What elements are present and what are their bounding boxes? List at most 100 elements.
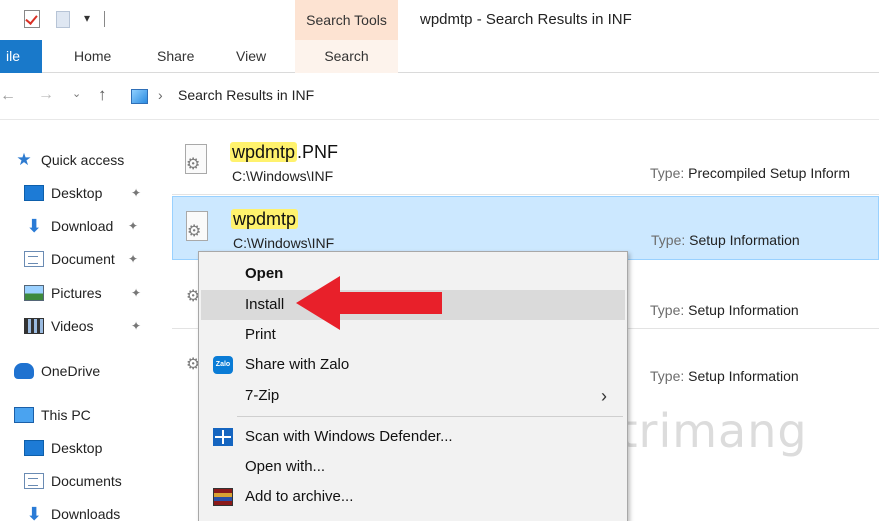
type-value: Setup Information — [688, 302, 799, 318]
sidebar-item-downloads-pc[interactable]: ⬇ Downloads — [24, 499, 120, 521]
pin-icon[interactable]: ✦ — [131, 319, 141, 333]
file-name: wpdmtp — [231, 209, 299, 230]
window-title: wpdmtp - Search Results in INF — [420, 11, 632, 28]
sidebar-item-videos[interactable]: Videos — [24, 311, 94, 341]
search-results-icon — [131, 89, 148, 104]
sidebar-item-label: Document — [51, 251, 115, 267]
file-type: Type: Precompiled Setup Inform — [650, 165, 850, 181]
type-value: Setup Information — [688, 368, 799, 384]
type-value: Setup Information — [689, 232, 800, 248]
sidebar-item-documents[interactable]: Document — [24, 244, 115, 274]
download-icon: ⬇ — [26, 504, 42, 521]
file-type: Type: Setup Information — [650, 368, 799, 384]
arrow-shape — [296, 276, 442, 330]
menu-item-label: Open with... — [245, 458, 326, 475]
properties-check-icon[interactable] — [24, 10, 40, 28]
qat-dropdown-icon[interactable]: ▾ — [84, 10, 90, 26]
type-key: Type: — [651, 232, 686, 248]
cloud-icon — [14, 363, 34, 379]
breadcrumb-chevron-icon[interactable]: › — [158, 87, 163, 103]
back-arrow-icon[interactable]: ← — [0, 87, 16, 105]
menu-item-label: Scan with Windows Defender... — [245, 428, 453, 445]
gear-icon: ⚙ — [187, 223, 202, 240]
submenu-chevron-icon: › — [601, 386, 607, 406]
pictures-icon — [24, 285, 44, 301]
red-arrow-annotation — [296, 276, 442, 330]
address-bar: ← → ⌄ ↑ › Search Results in INF — [0, 74, 879, 120]
sidebar-item-label: Desktop — [51, 440, 103, 456]
file-row[interactable]: ⚙ wpdmtp .PNF C:\Windows\INF Type: Precom… — [172, 130, 879, 194]
title-bar: ▾ Search Tools wpdmtp - Search Results i… — [0, 0, 879, 40]
navigation-pane: ★ Quick access Desktop ✦ ⬇ Download ✦ Do… — [0, 120, 155, 521]
sidebar-item-onedrive[interactable]: OneDrive — [14, 356, 100, 386]
documents-icon — [24, 251, 44, 267]
menu-item-label: Install — [245, 296, 285, 313]
sidebar-item-label: Downloads — [51, 506, 121, 521]
search-tools-context-tab: Search Tools — [295, 0, 398, 40]
desktop-icon — [24, 440, 44, 456]
up-arrow-icon[interactable]: ↑ — [98, 85, 107, 105]
documents-icon — [24, 473, 44, 489]
tab-home[interactable]: Home — [74, 40, 111, 73]
sidebar-item-quick-access[interactable]: ★ Quick access — [14, 145, 124, 175]
download-icon: ⬇ — [26, 216, 42, 236]
sidebar-item-label: Pictures — [51, 285, 102, 301]
menu-item-label: Print — [245, 326, 276, 343]
winrar-icon — [213, 488, 233, 506]
address-path[interactable]: Search Results in INF — [178, 87, 314, 103]
qat-separator — [104, 11, 105, 27]
sidebar-item-label: OneDrive — [41, 363, 101, 379]
menu-item-label: 7-Zip — [245, 387, 280, 404]
sidebar-item-downloads[interactable]: ⬇ Download — [24, 211, 113, 241]
row-divider — [172, 194, 879, 195]
gear-icon: ⚙ — [186, 156, 201, 173]
search-highlight: wpdmtp — [231, 209, 299, 229]
type-key: Type: — [650, 165, 685, 181]
videos-icon — [24, 318, 44, 334]
recent-locations-icon[interactable]: ⌄ — [72, 87, 81, 100]
file-path: C:\Windows\INF — [233, 235, 335, 251]
pin-icon[interactable]: ✦ — [131, 286, 141, 300]
sidebar-item-this-pc[interactable]: This PC — [14, 400, 91, 430]
menu-item-label: Add to archive... — [245, 488, 354, 505]
menu-item-open-with[interactable]: Open with... — [201, 452, 625, 482]
menu-item-add-archive[interactable]: Add to archive... — [201, 482, 625, 512]
sidebar-item-desktop-pc[interactable]: Desktop — [24, 433, 102, 463]
pin-icon[interactable]: ✦ — [128, 252, 138, 266]
pin-icon[interactable]: ✦ — [128, 219, 138, 233]
tab-search[interactable]: Search — [295, 40, 398, 73]
sidebar-item-documents-pc[interactable]: Documents — [24, 466, 122, 496]
file-path: C:\Windows\INF — [232, 168, 334, 184]
type-key: Type: — [650, 368, 685, 384]
menu-item-label: Share with Zalo — [245, 356, 350, 373]
type-value: Precompiled Setup Inform — [688, 165, 850, 181]
sidebar-item-label: Quick access — [41, 152, 125, 168]
sidebar-item-label: This PC — [41, 407, 91, 423]
sidebar-item-label: Desktop — [51, 185, 103, 201]
desktop-icon — [24, 185, 44, 201]
sidebar-item-pictures[interactable]: Pictures — [24, 278, 102, 308]
forward-arrow-icon[interactable]: → — [38, 86, 54, 104]
pin-icon[interactable]: ✦ — [131, 186, 141, 200]
file-extension: .PNF — [297, 142, 339, 162]
menu-item-scan-defender[interactable]: Scan with Windows Defender... — [201, 422, 625, 452]
sidebar-item-desktop[interactable]: Desktop — [24, 178, 102, 208]
tab-share[interactable]: Share — [157, 40, 194, 73]
type-key: Type: — [650, 302, 685, 318]
new-folder-icon[interactable] — [56, 11, 70, 28]
menu-separator — [237, 416, 623, 417]
search-highlight: wpdmtp — [230, 142, 298, 162]
star-icon: ★ — [16, 150, 32, 169]
tab-file[interactable]: ile — [0, 40, 42, 73]
computer-icon — [14, 407, 34, 423]
sidebar-item-label: Download — [51, 218, 114, 234]
sidebar-item-label: Videos — [51, 318, 94, 334]
menu-item-share-zalo[interactable]: Zalo Share with Zalo — [201, 350, 625, 380]
ribbon-tabs: ile Home Share View Search — [0, 40, 879, 73]
file-type: Type: Setup Information — [650, 302, 799, 318]
windows-defender-icon — [213, 428, 233, 446]
menu-item-7zip[interactable]: 7-Zip › — [201, 381, 625, 411]
tab-view[interactable]: View — [236, 40, 266, 73]
zalo-icon: Zalo — [213, 356, 233, 374]
file-name: wpdmtp .PNF — [230, 142, 338, 163]
